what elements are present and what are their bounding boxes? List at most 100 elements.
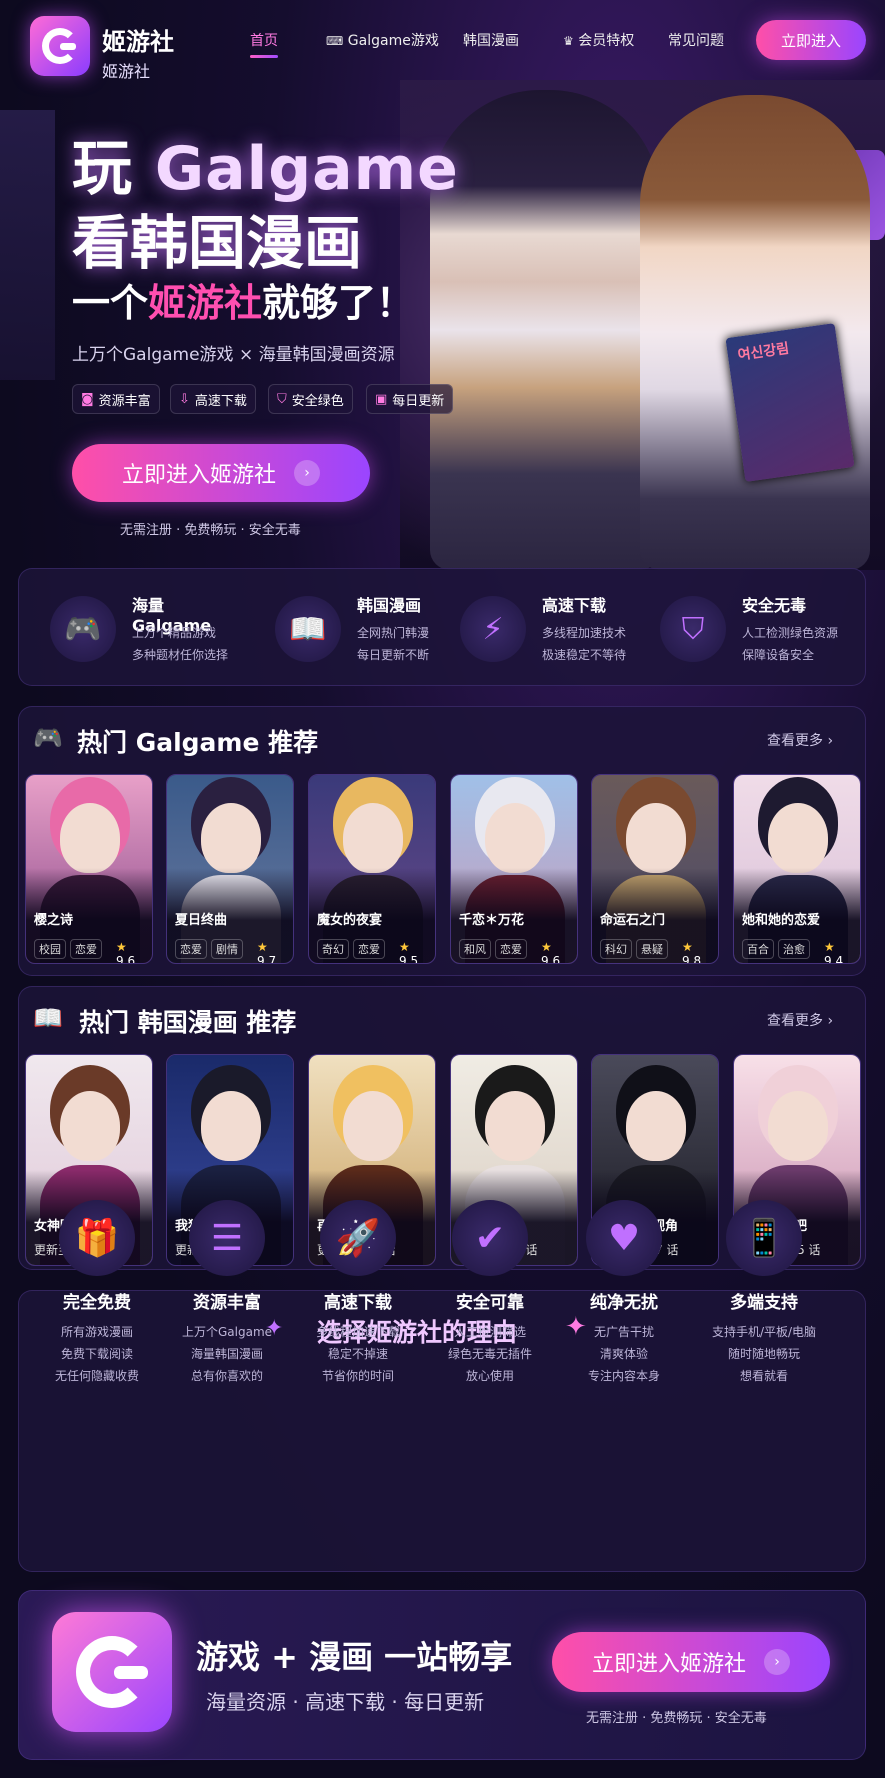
tag-rich: ◙ 资源丰富 bbox=[72, 384, 160, 414]
game-meta: 百合 治愈 ★ 9.4 bbox=[742, 939, 854, 963]
arrow-right-icon: › bbox=[294, 460, 320, 486]
rating-value: 9.6 bbox=[116, 954, 136, 964]
tag-download: ⇩ 高速下载 bbox=[170, 384, 256, 414]
crown-icon: ♛ bbox=[563, 34, 574, 48]
game-title: 樱之诗 bbox=[34, 913, 74, 928]
comic-book-title: 여신강림 bbox=[736, 340, 791, 364]
reason-title: 多端支持 bbox=[730, 1293, 798, 1313]
character-face bbox=[60, 803, 120, 873]
nav-galgame[interactable]: ⌨ Galgame游戏 bbox=[326, 30, 439, 50]
feature-title: 韩国漫画 bbox=[357, 596, 422, 615]
game-rating: ★ 9.5 bbox=[399, 940, 429, 964]
tag-daily: ▣ 每日更新 bbox=[366, 384, 454, 414]
feature-desc: 多种题材任你选择 bbox=[132, 648, 229, 662]
tag-label: 每日更新 bbox=[392, 393, 445, 409]
gamepad-icon: 🎮 bbox=[50, 596, 116, 662]
reason-line: 节省你的时间 bbox=[321, 1369, 394, 1383]
game-card[interactable]: 樱之诗 校园 恋爱 ★ 9.6 bbox=[25, 774, 153, 964]
hero-title-play: 玩 bbox=[72, 134, 155, 204]
reason-desc: 人工检测筛选 绿色无毒无插件 放心使用 bbox=[430, 1321, 550, 1387]
nav-comics[interactable]: 韩国漫画 bbox=[463, 30, 519, 50]
nav-vip[interactable]: ♛ 会员特权 bbox=[563, 30, 634, 50]
reason-title: 高速下载 bbox=[324, 1293, 392, 1313]
game-tag: 百合 bbox=[742, 939, 774, 959]
game-title: 夏日终曲 bbox=[175, 913, 228, 928]
reason-line: 无任何隐藏收费 bbox=[54, 1369, 139, 1383]
game-title: 魔女的夜宴 bbox=[317, 913, 383, 928]
game-card[interactable]: 命运石之门 科幻 悬疑 ★ 9.8 bbox=[591, 774, 719, 964]
game-tag: 奇幻 bbox=[317, 939, 349, 959]
book-icon: 📖 bbox=[275, 596, 341, 662]
brand-name[interactable]: 姬游社 bbox=[102, 22, 174, 57]
header-enter-button[interactable]: 立即进入 bbox=[756, 20, 866, 60]
reason-line: 海量韩国漫画 bbox=[190, 1347, 263, 1361]
reason-line: 专注内容本身 bbox=[587, 1369, 660, 1383]
game-card[interactable]: 夏日终曲 恋爱 剧情 ★ 9.7 bbox=[166, 774, 294, 964]
nav-galgame-label: Galgame游戏 bbox=[347, 33, 439, 49]
game-card[interactable]: 千恋＊万花 和风 恋爱 ★ 9.6 bbox=[450, 774, 578, 964]
game-tag: 恋爱 bbox=[175, 939, 207, 959]
game-card[interactable]: 魔女的夜宴 奇幻 恋爱 ★ 9.5 bbox=[308, 774, 436, 964]
feature-comics: 📖 韩国漫画 全网热门韩漫 每日更新不断 bbox=[255, 578, 465, 688]
nav-faq[interactable]: 常见问题 bbox=[668, 30, 724, 50]
game-rating: ★ 9.6 bbox=[541, 940, 571, 964]
feature-title: 高速下载 bbox=[542, 596, 607, 615]
hero-enter-button[interactable]: 立即进入姬游社 › bbox=[72, 444, 370, 502]
layers-icon: ☰ bbox=[189, 1200, 265, 1276]
reason-line: 所有游戏漫画 bbox=[60, 1325, 133, 1339]
hero-enter-label: 立即进入姬游社 bbox=[121, 463, 276, 488]
logo-icon[interactable] bbox=[30, 16, 90, 76]
rating-value: 9.8 bbox=[682, 954, 702, 964]
feature-download: ⚡ 高速下载 多线程加速技术 极速稳定不等待 bbox=[440, 578, 650, 688]
game-meta: 科幻 悬疑 ★ 9.8 bbox=[600, 939, 712, 963]
rating-value: 9.5 bbox=[399, 954, 419, 964]
comics-more-link[interactable]: 查看更多 › bbox=[767, 1010, 833, 1030]
reason-line: 支持手机/平板/电脑 bbox=[711, 1325, 817, 1339]
character-face bbox=[60, 1091, 120, 1161]
game-tag: 科幻 bbox=[600, 939, 632, 959]
shield-icon: ⛉ bbox=[660, 596, 726, 662]
hero-title-line3: 一个姬游社就够了！ bbox=[72, 272, 414, 327]
game-tag: 恋爱 bbox=[495, 939, 527, 959]
feature-desc: 上万个精品游戏 bbox=[132, 626, 217, 640]
devices-icon: 📱 bbox=[726, 1200, 802, 1276]
hero-title-brand: 姬游社 bbox=[148, 281, 263, 325]
character-face bbox=[201, 1091, 261, 1161]
logo-icon[interactable] bbox=[52, 1612, 172, 1732]
reason-desc: 多线程加速下载 稳定不掉速 节省你的时间 bbox=[298, 1321, 418, 1387]
hero-title-line1: 玩 Galgame bbox=[72, 120, 459, 207]
reason-line: 清爽体验 bbox=[599, 1347, 648, 1361]
tag-label: 高速下载 bbox=[194, 393, 247, 409]
feature-desc: 保障设备安全 bbox=[742, 648, 815, 662]
star-icon: ★ bbox=[257, 940, 268, 954]
game-card[interactable]: 她和她的恋爱 百合 治愈 ★ 9.4 bbox=[733, 774, 861, 964]
rating-value: 9.4 bbox=[824, 954, 844, 964]
reason-item: ☰ 资源丰富 上万个Galgame 海量韩国漫画 总有你喜欢的 bbox=[167, 1200, 287, 1387]
reason-line: 稳定不掉速 bbox=[327, 1347, 388, 1361]
reason-item: 📱 多端支持支持手机/平板/电脑 随时随地畅玩 想看就看 bbox=[694, 1200, 834, 1387]
feature-desc: 每日更新不断 bbox=[357, 648, 430, 662]
reason-line: 人工检测筛选 bbox=[453, 1325, 526, 1339]
games-more-link[interactable]: 查看更多 › bbox=[767, 730, 833, 750]
shield-check-icon: ✔ bbox=[452, 1200, 528, 1276]
download-icon: ⇩ bbox=[179, 391, 190, 407]
character-face bbox=[626, 803, 686, 873]
reason-line: 想看就看 bbox=[739, 1369, 788, 1383]
game-tag: 恋爱 bbox=[70, 939, 102, 959]
reason-line: 随时随地畅玩 bbox=[727, 1347, 800, 1361]
footer-subtitle: 海量资源 · 高速下载 · 每日更新 bbox=[206, 1690, 485, 1714]
footer-note: 无需注册 · 免费畅玩 · 安全无毒 bbox=[586, 1711, 767, 1726]
games-section-title: 热门 Galgame 推荐 bbox=[77, 728, 319, 757]
reason-item: ♥ 纯净无扰 无广告干扰 清爽体验 专注内容本身 bbox=[564, 1200, 684, 1387]
footer-enter-button[interactable]: 立即进入姬游社 › bbox=[552, 1632, 830, 1692]
nav-home[interactable]: 首页 bbox=[250, 30, 278, 58]
rating-value: 9.6 bbox=[541, 954, 561, 964]
hero-title-galgame: Galgame bbox=[154, 134, 459, 204]
heart-icon: ♥ bbox=[586, 1200, 662, 1276]
feature-desc: 人工检测绿色资源 bbox=[742, 626, 839, 640]
character-face bbox=[343, 1091, 403, 1161]
game-icon: ◙ bbox=[81, 391, 94, 407]
feature-title: 安全无毒 bbox=[742, 596, 807, 615]
character-face bbox=[343, 803, 403, 873]
reason-title: 安全可靠 bbox=[456, 1293, 524, 1313]
